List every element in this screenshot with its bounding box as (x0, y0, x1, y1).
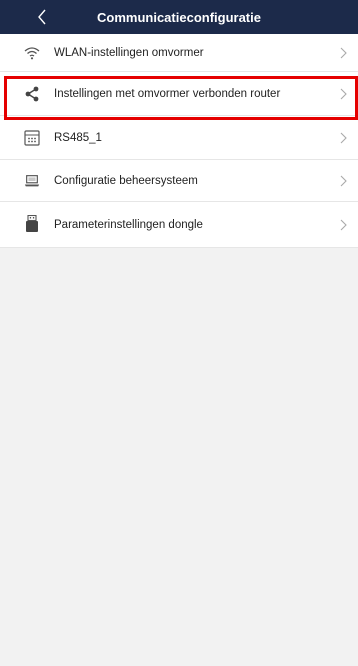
list-item-label: WLAN-instellingen omvormer (54, 46, 204, 59)
list-item-label: RS485_1 (54, 131, 102, 144)
chevron-right-icon (340, 175, 347, 187)
wifi-icon (24, 45, 40, 61)
chevron-right-icon (340, 219, 347, 231)
list-item-dongle-settings[interactable]: Parameterinstellingen dongle (0, 202, 358, 248)
back-button[interactable] (30, 0, 54, 34)
list-item-router-settings[interactable]: Instellingen met omvormer verbonden rout… (0, 72, 358, 116)
settings-list: WLAN-instellingen omvormer Instellingen … (0, 34, 358, 248)
list-item-label: Parameterinstellingen dongle (54, 218, 203, 231)
top-bar: Communicatieconfiguratie (0, 0, 358, 34)
chevron-left-icon (38, 9, 46, 25)
chevron-right-icon (340, 132, 347, 144)
dongle-icon (24, 215, 40, 232)
page-title: Communicatieconfiguratie (97, 9, 261, 25)
share-icon (24, 86, 40, 102)
list-item-wlan-settings[interactable]: WLAN-instellingen omvormer (0, 34, 358, 72)
laptop-icon (24, 173, 40, 189)
chevron-right-icon (340, 47, 347, 59)
list-item-label: Configuratie beheersysteem (54, 174, 198, 187)
list-item-rs485[interactable]: RS485_1 (0, 116, 358, 160)
rs485-icon (24, 130, 40, 146)
list-item-label: Instellingen met omvormer verbonden rout… (54, 87, 281, 100)
list-item-management-config[interactable]: Configuratie beheersysteem (0, 160, 358, 202)
chevron-right-icon (340, 88, 347, 100)
